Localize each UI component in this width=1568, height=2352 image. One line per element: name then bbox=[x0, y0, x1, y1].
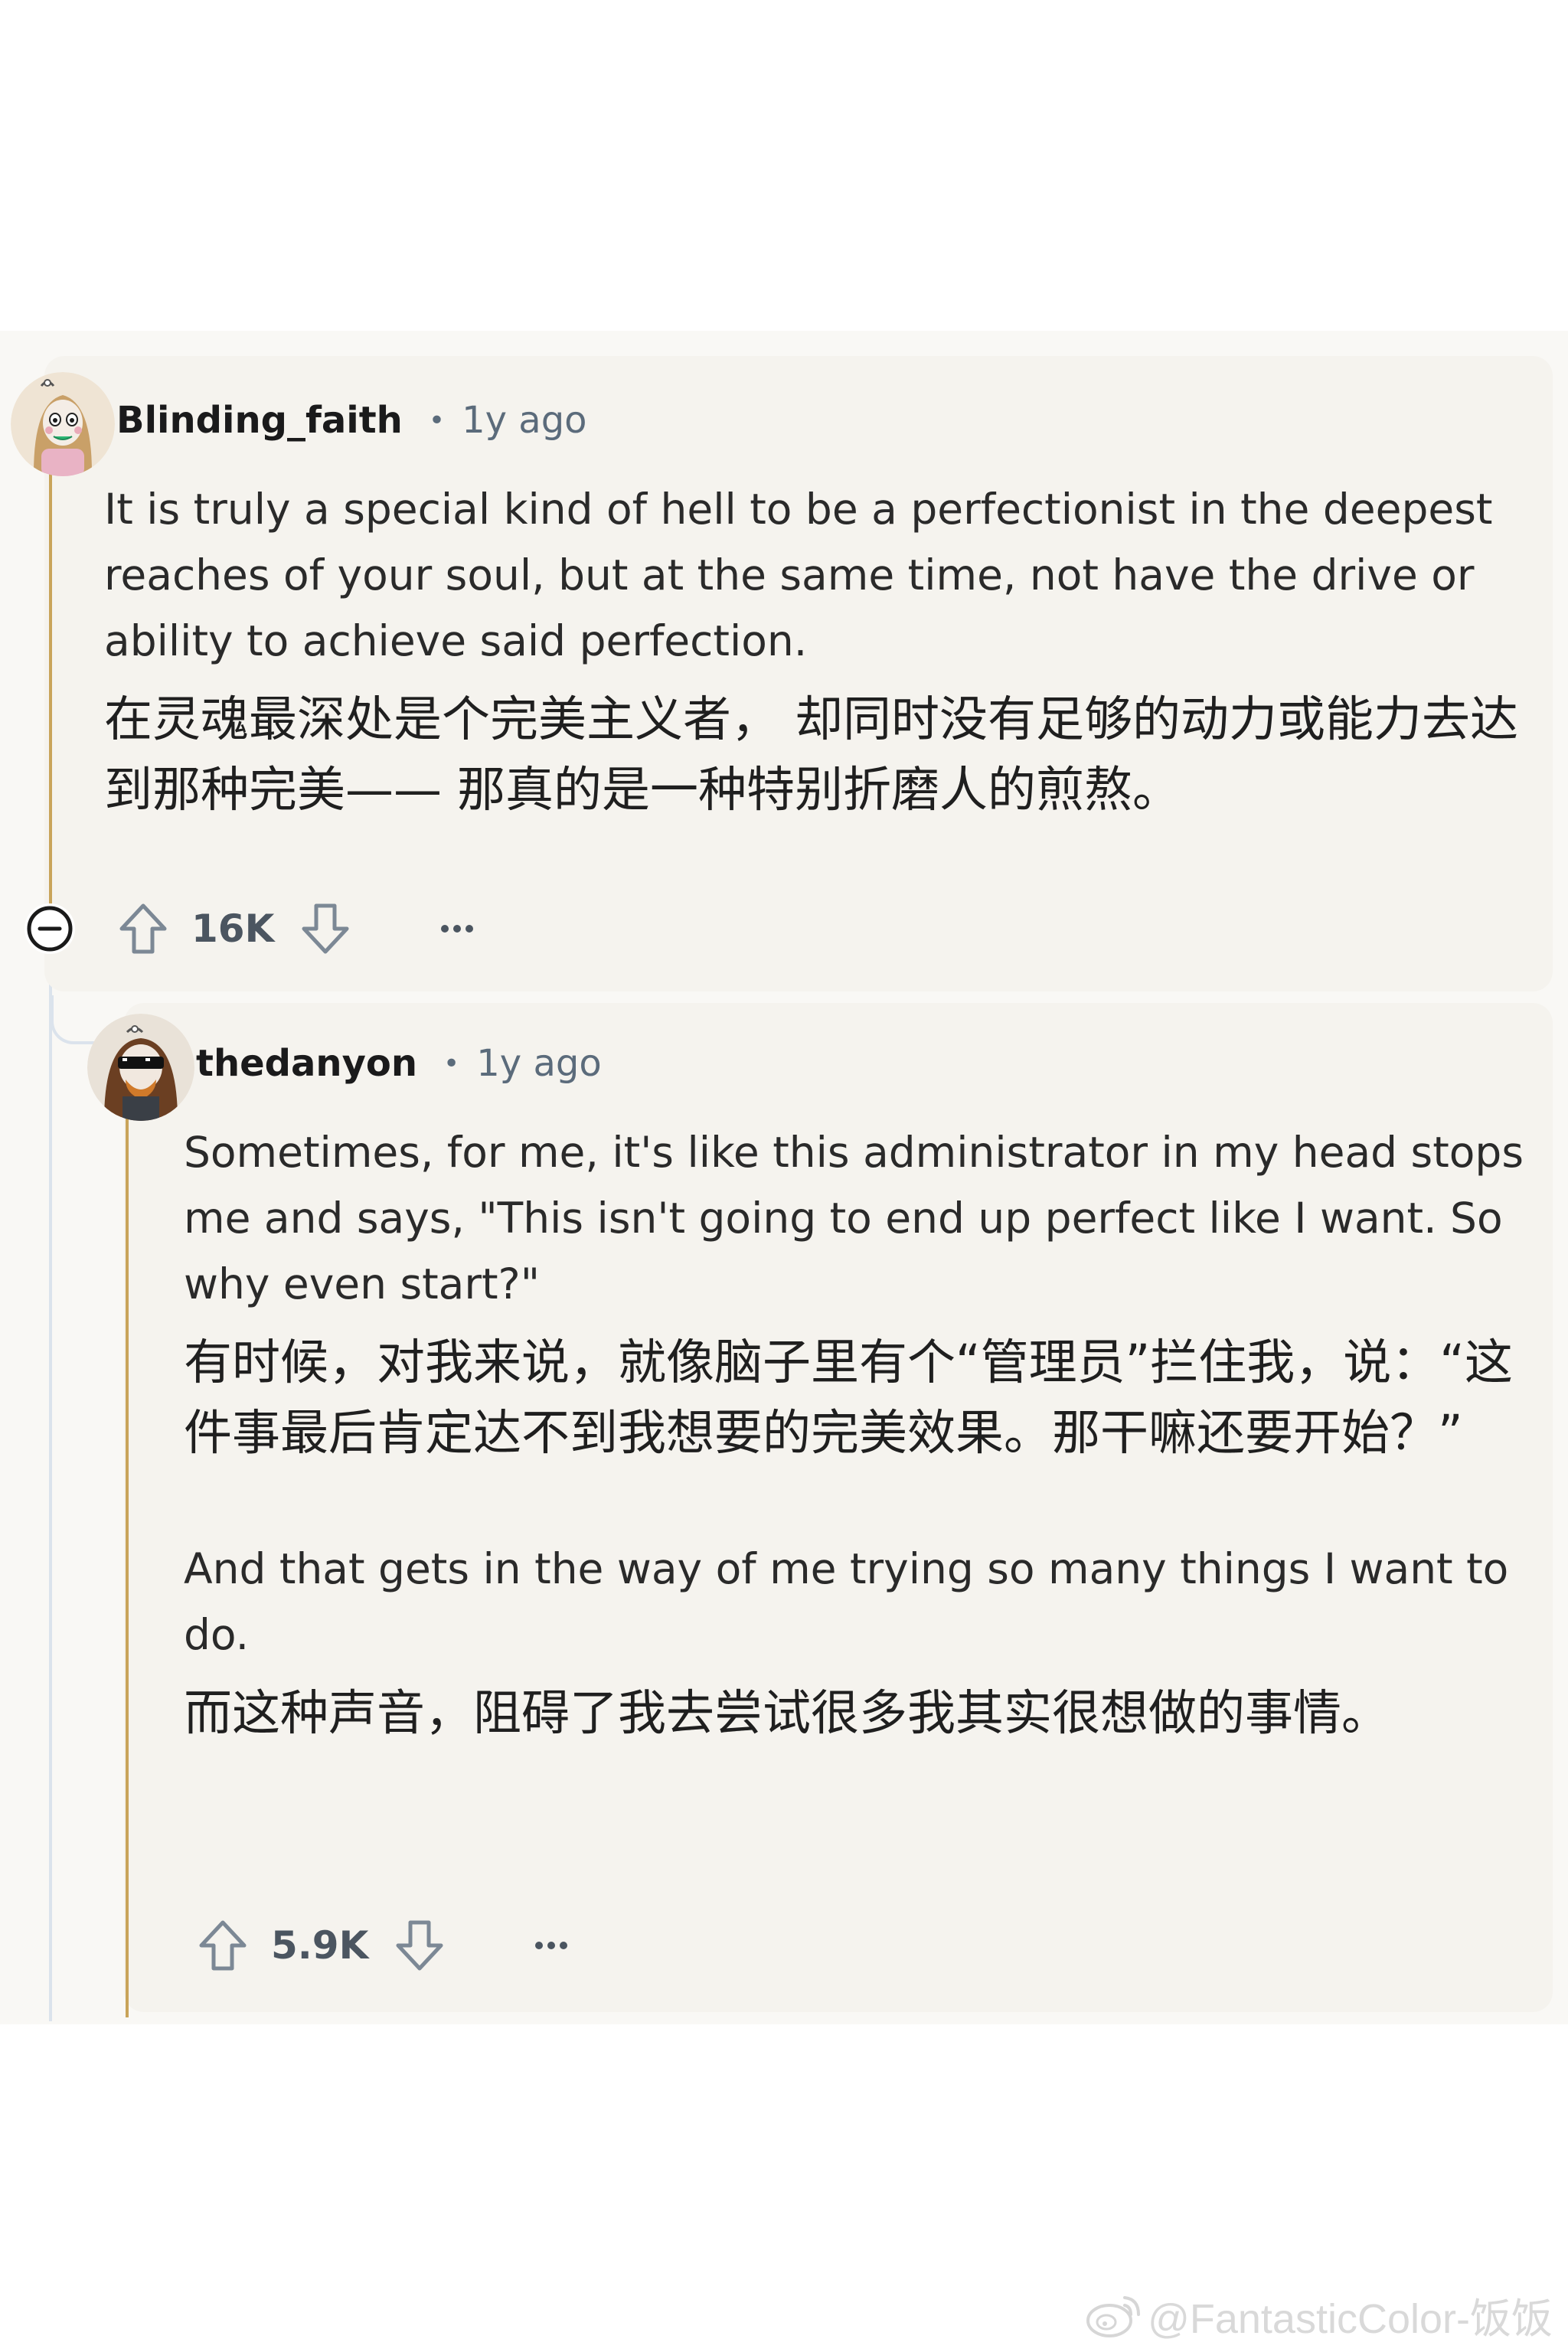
downvote-icon bbox=[302, 903, 349, 954]
collapse-icon bbox=[27, 906, 73, 952]
username[interactable]: thedanyon bbox=[196, 1042, 417, 1085]
weibo-icon bbox=[1086, 2295, 1141, 2337]
meta-separator: • bbox=[428, 404, 446, 436]
comment-action-bar: 16K bbox=[115, 894, 484, 963]
more-options-icon bbox=[535, 1942, 568, 1949]
comment-text-english: Sometimes, for me, it's like this admini… bbox=[184, 1128, 1524, 1308]
vote-count: 5.9K bbox=[271, 1923, 369, 1968]
comment-header: thedanyon • 1y ago bbox=[196, 1037, 602, 1090]
watermark: @FantasticColor-饭饭 bbox=[1085, 2285, 1553, 2345]
comment-body: Sometimes, for me, it's like this admini… bbox=[184, 1119, 1554, 1749]
upvote-button[interactable] bbox=[194, 1917, 251, 1974]
timestamp[interactable]: 1y ago bbox=[476, 1042, 601, 1085]
comment-text-chinese-2: 而这种声音，阻碍了我去尝试很多我其实很想做的事情。 bbox=[184, 1685, 1390, 1741]
avatar[interactable] bbox=[87, 1014, 194, 1121]
comment-header: Blinding_faith • 1y ago bbox=[116, 394, 587, 447]
comment-action-bar: 5.9K bbox=[194, 1911, 578, 1980]
upvote-button[interactable] bbox=[115, 900, 172, 957]
upvote-icon bbox=[119, 903, 167, 954]
comment-text-english: It is truly a special kind of hell to be… bbox=[104, 485, 1493, 665]
avatar[interactable] bbox=[11, 372, 115, 476]
username[interactable]: Blinding_faith bbox=[116, 399, 403, 442]
vote-count: 16K bbox=[191, 906, 275, 951]
comment-thread-rail[interactable] bbox=[126, 1087, 129, 2017]
comment-thread-page: Blinding_faith • 1y ago It is truly a sp… bbox=[0, 0, 1568, 2352]
downvote-button[interactable] bbox=[297, 900, 354, 957]
comment-text-chinese: 在灵魂最深处是个完美主义者， 却同时没有足够的动力或能力去达到那种完美—— 那真… bbox=[104, 691, 1519, 818]
downvote-button[interactable] bbox=[391, 1917, 448, 1974]
collapse-button[interactable] bbox=[24, 903, 75, 954]
meta-separator: • bbox=[443, 1047, 460, 1080]
avatar-blinding-faith-icon bbox=[11, 372, 115, 476]
avatar-thedanyon-icon bbox=[87, 1014, 194, 1121]
comment-thread-rail[interactable] bbox=[49, 452, 52, 926]
comment-body: It is truly a special kind of hell to be… bbox=[104, 476, 1544, 825]
downvote-icon bbox=[396, 1920, 443, 1971]
timestamp[interactable]: 1y ago bbox=[462, 399, 586, 442]
comment-text-english-2: And that gets in the way of me trying so… bbox=[184, 1544, 1509, 1659]
upvote-icon bbox=[199, 1920, 247, 1971]
comment-text-chinese: 有时候，对我来说，就像脑子里有个“管理员”拦住我，说：“这件事最后肯定达不到我想… bbox=[184, 1334, 1513, 1461]
watermark-text: @FantasticColor-饭饭 bbox=[1148, 2296, 1553, 2342]
reply-branch-line bbox=[51, 995, 101, 1044]
more-options-button[interactable] bbox=[430, 900, 484, 957]
more-options-button[interactable] bbox=[524, 1917, 578, 1974]
more-options-icon bbox=[441, 925, 474, 933]
